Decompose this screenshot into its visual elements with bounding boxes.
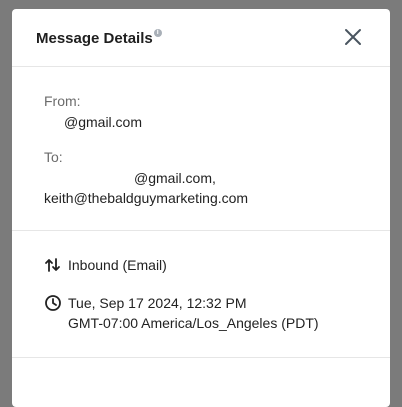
to-section: To: @gmail.com, keith@thebaldguymarketin… <box>44 149 366 208</box>
to-recipient-2: keith@thebaldguymarketing.com <box>44 190 249 206</box>
timestamp-line-2: GMT-07:00 America/Los_Angeles (PDT) <box>68 315 319 331</box>
info-icon[interactable]: i <box>153 29 162 37</box>
modal-title: Message Details i <box>36 29 162 47</box>
direction-row: Inbound (Email) <box>44 255 167 275</box>
clock-icon <box>45 295 61 311</box>
direction-text: Inbound (Email) <box>68 257 167 273</box>
from-value-text: @gmail.com <box>64 114 143 130</box>
from-value: @gmail.com <box>44 112 366 132</box>
from-label: From: <box>44 93 81 109</box>
arrows-up-down-icon <box>45 258 60 272</box>
footer-divider <box>12 357 390 358</box>
to-recipient-1-text: @gmail.com, <box>134 170 216 186</box>
to-label: To: <box>44 149 63 165</box>
modal-title-text: Message Details <box>36 30 153 47</box>
to-recipient-1: @gmail.com, <box>44 168 366 188</box>
timestamp-row: Tue, Sep 17 2024, 12:32 PM GMT-07:00 Ame… <box>44 293 319 333</box>
message-details-modal: Message Details i From: @gmail.com To: @g… <box>12 9 390 407</box>
modal-header: Message Details i <box>12 9 390 67</box>
timestamp-text: Tue, Sep 17 2024, 12:32 PM GMT-07:00 Ame… <box>68 293 319 333</box>
timestamp-line-1: Tue, Sep 17 2024, 12:32 PM <box>68 295 247 311</box>
close-icon <box>345 29 361 45</box>
close-button[interactable] <box>344 28 362 46</box>
section-divider <box>12 230 390 231</box>
from-section: From: @gmail.com <box>44 93 366 132</box>
